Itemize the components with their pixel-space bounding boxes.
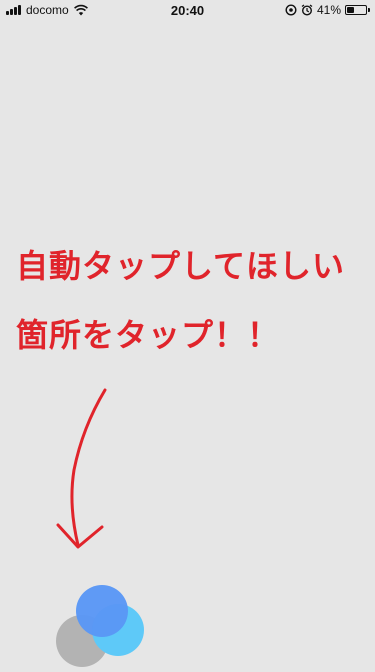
alarm-icon (301, 4, 313, 16)
hand-drawn-arrow (56, 388, 107, 549)
status-right: 41% (285, 3, 370, 17)
battery-level-fill (347, 7, 355, 13)
at-icon (285, 4, 297, 16)
battery-percent: 41% (316, 3, 341, 17)
status-bar: docomo 20:40 41% (0, 0, 375, 20)
annotation-text-line1: 自動タップしてほしい (16, 247, 346, 285)
assistive-touch-blue-circle (76, 585, 128, 637)
assistive-touch-button[interactable] (56, 582, 156, 672)
battery-icon (345, 5, 370, 15)
annotation-text-line2: 箇所をタップ！！ (16, 316, 281, 354)
